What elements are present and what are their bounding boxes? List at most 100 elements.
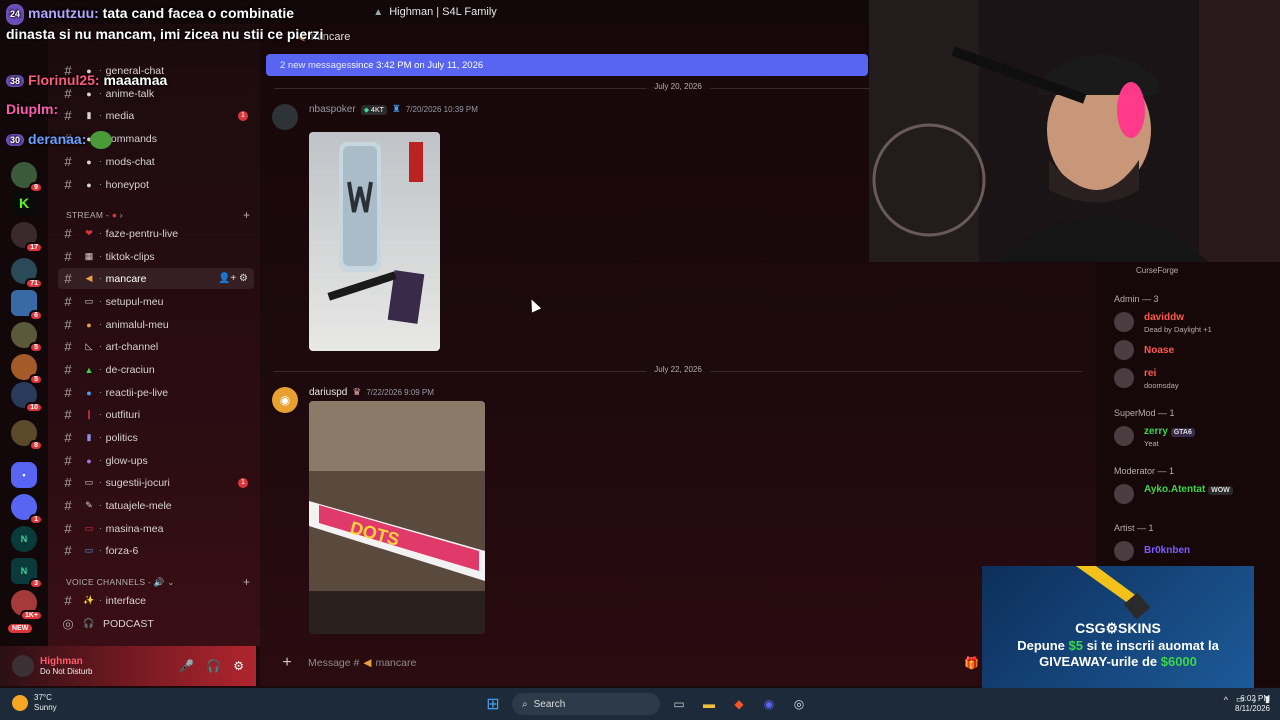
member-item[interactable]: Br0knben	[1114, 541, 1274, 565]
taskbar-search[interactable]: ⌕ Search	[512, 693, 660, 715]
channel-interface[interactable]: # ✨ · interface	[58, 590, 254, 611]
hash-icon: #	[64, 271, 72, 286]
channel-animalul-meu[interactable]: # ● · animalul-meu	[58, 314, 254, 335]
channel-tatuajele-mele[interactable]: # ✎ · tatuajele-mele	[58, 495, 254, 516]
file-explorer-icon[interactable]: ▬	[698, 693, 720, 715]
member-name: Ayko.Atentat WOW	[1144, 484, 1233, 495]
user-panel: Highman Do Not Disturb 🎤 🎧 ⚙	[0, 646, 256, 686]
server-icon[interactable]: 1	[11, 494, 43, 525]
member-item[interactable]: Noase	[1114, 340, 1274, 364]
channel-outfituri[interactable]: # ❙ · outfituri	[58, 404, 254, 425]
folder-icon[interactable]: ▪	[11, 462, 37, 488]
add-channel-plus-icon[interactable]: +	[243, 208, 250, 222]
channel-emoji-icon: ✎	[85, 500, 93, 510]
server-icon[interactable]: 10	[11, 382, 43, 413]
podcast-icon: ◎	[62, 615, 74, 631]
channel-masina-mea[interactable]: # ▭ · masina-mea	[58, 518, 254, 539]
avatar	[1114, 368, 1134, 388]
message-image-candy[interactable]: DOTS	[309, 401, 485, 634]
avatar[interactable]	[272, 104, 298, 130]
channel-label: art-channel	[105, 340, 159, 353]
server-icon[interactable]: 1K+	[11, 590, 43, 621]
channel-forza-6[interactable]: # ▭ · forza-6	[58, 540, 254, 561]
user-tag-badge: ◆ 4KT	[360, 104, 387, 115]
steam-icon[interactable]: ◎	[788, 693, 810, 715]
app-logo-icon: ▲	[373, 7, 384, 18]
server-icon[interactable]: 9	[11, 162, 43, 193]
weather-widget[interactable]: 37°C Sunny	[12, 693, 57, 713]
channel-mods-chat[interactable]: # ● · mods-chat	[58, 151, 254, 172]
hash-icon: #	[64, 385, 72, 400]
server-icon[interactable]: 17	[11, 222, 43, 253]
channel-faze-pentru-live[interactable]: # ❤ · faze-pentru-live	[58, 223, 254, 244]
message-image-energy-drink[interactable]	[309, 132, 440, 351]
windows-start-icon[interactable]: ⊞	[482, 693, 504, 715]
gift-icon[interactable]: 🎁	[964, 656, 979, 670]
channel-politics[interactable]: # ▮ · politics	[58, 427, 254, 448]
channel-label: media	[105, 109, 135, 122]
message-author[interactable]: dariuspd	[309, 387, 347, 398]
chevron-up-icon[interactable]: ^	[1224, 695, 1228, 705]
role-header-admin: Admin — 3	[1114, 294, 1159, 304]
ad-brand: CSG⚙SKINS	[1075, 620, 1161, 636]
user-name: Highman	[40, 656, 83, 667]
channel-de-craciun[interactable]: # ▲ · de-craciun	[58, 359, 254, 380]
channel-mancare[interactable]: # ◀ · mancare 👤+ ⚙	[58, 268, 254, 289]
clock[interactable]: 6:02 PM 8/11/2026	[1235, 694, 1270, 714]
server-icon[interactable]: 5	[11, 322, 43, 353]
search-icon: ⌕	[522, 698, 528, 710]
microphone-icon[interactable]: 🎤	[179, 659, 194, 673]
channel-emoji-icon: ▭	[84, 477, 94, 487]
channel-art-channel[interactable]: # ◺ · art-channel	[58, 336, 254, 357]
message-author[interactable]: nbaspoker	[309, 104, 356, 115]
member-item[interactable]: rei doomsday	[1114, 368, 1274, 392]
channel-actions[interactable]: 👤+ ⚙	[218, 273, 248, 284]
message-composer[interactable]: + Message # ◀ mancare	[272, 648, 984, 678]
channel-honeypot[interactable]: # ● · honeypot	[58, 174, 254, 195]
member-item[interactable]: zerry GTA6 Yeat	[1114, 426, 1274, 450]
hash-icon: #	[64, 339, 72, 354]
channel-label: anime-talk	[105, 87, 155, 100]
channel-setupul-meu[interactable]: # ▭ · setupul-meu	[58, 291, 254, 312]
server-badge: 17	[25, 242, 43, 253]
kick-server-icon[interactable]: K	[11, 190, 37, 216]
attach-plus-icon[interactable]: +	[272, 654, 302, 672]
server-icon[interactable]: N3	[11, 558, 43, 589]
channel-emoji-icon: ●	[86, 387, 92, 398]
brave-browser-icon[interactable]: ◆	[728, 693, 750, 715]
member-item[interactable]: daviddw Dead by Daylight +1	[1114, 312, 1274, 336]
channel-podcast[interactable]: ◎ 🎧 PODCAST	[58, 613, 254, 634]
category-voice-channels[interactable]: VOICE CHANNELS - 🔊 ⌄	[66, 577, 175, 588]
server-rail: 9 K 17 71 6 5 5 10 8 ▪ 1 N N3 1K+ NEW	[0, 24, 48, 646]
add-voice-channel-plus-icon[interactable]: +	[243, 575, 250, 589]
channel-reactii-pe-live[interactable]: # ● · reactii-pe-live	[58, 382, 254, 403]
discord-avatar-icon[interactable]: ◉	[272, 387, 298, 413]
server-icon[interactable]: 71	[11, 258, 43, 289]
category-stream[interactable]: STREAM - ● ›	[66, 210, 123, 220]
new-messages-bar[interactable]: 2 new messages since 3:42 PM on July 11,…	[266, 54, 868, 76]
channel-media[interactable]: # ▮ · media 1	[58, 105, 254, 126]
channel-sugestii-jocuri[interactable]: # ▭ · sugestii-jocuri 1	[58, 472, 254, 493]
avatar	[1114, 541, 1134, 561]
server-icon[interactable]: 8	[11, 420, 43, 451]
message-input-channel: mancare	[375, 657, 417, 669]
server-icon[interactable]: 5	[11, 354, 43, 385]
member-name: zerry GTA6	[1144, 426, 1195, 437]
hash-icon: #	[64, 249, 72, 264]
channel-label: faze-pentru-live	[105, 227, 179, 240]
server-icon[interactable]: 6	[11, 290, 43, 321]
member-item[interactable]: Ayko.Atentat WOW	[1114, 484, 1274, 508]
server-badge: 5	[29, 342, 43, 353]
channel-glow-ups[interactable]: # ● · glow-ups	[58, 450, 254, 471]
task-view-icon[interactable]: ▭	[668, 693, 690, 715]
hash-icon: #	[64, 86, 72, 101]
channel-label: politics	[105, 431, 138, 444]
discord-icon[interactable]: ◉	[758, 693, 780, 715]
headphones-icon[interactable]: 🎧	[206, 659, 221, 673]
avatar[interactable]	[12, 655, 34, 677]
server-icon[interactable]: N	[11, 526, 37, 552]
windows-taskbar: 37°C Sunny ⊞ ⌕ Search ▭ ▬ ◆ ◉ ◎ ^ ▭ ♪ ▮ 6…	[0, 688, 1280, 720]
settings-gear-icon[interactable]: ⚙	[233, 659, 244, 673]
channel-tiktok-clips[interactable]: # ▦ · tiktok-clips	[58, 246, 254, 267]
message-input-placeholder[interactable]: Message #	[308, 657, 359, 669]
